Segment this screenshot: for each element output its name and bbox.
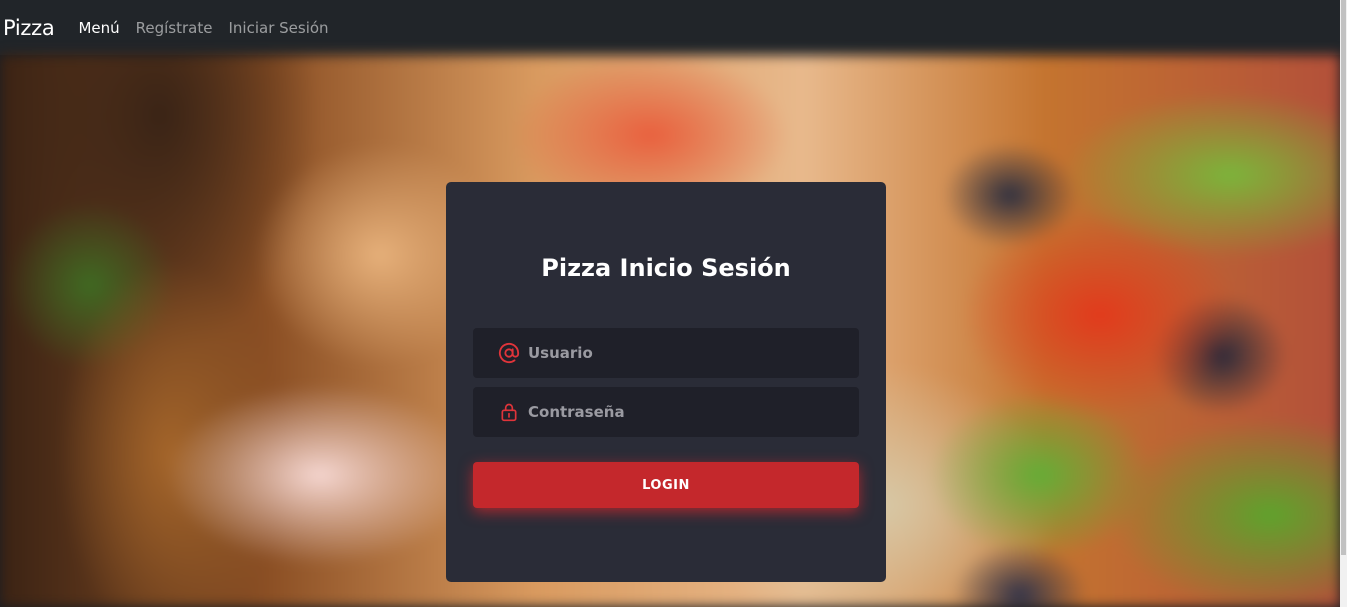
at-icon xyxy=(498,342,520,364)
nav-link-register[interactable]: Regístrate xyxy=(136,19,213,37)
login-button[interactable]: LOGIN xyxy=(473,462,859,508)
password-field[interactable] xyxy=(473,387,859,437)
password-input[interactable] xyxy=(528,403,859,421)
top-navbar: Pizza Menú Regístrate Iniciar Sesión xyxy=(0,0,1340,55)
username-input[interactable] xyxy=(528,344,859,362)
brand-link[interactable]: Pizza xyxy=(3,16,55,40)
login-card: Pizza Inicio Sesión LOGIN xyxy=(446,182,886,582)
vertical-scrollbar[interactable] xyxy=(1340,0,1347,607)
nav-link-menu[interactable]: Menú xyxy=(78,19,119,37)
login-title: Pizza Inicio Sesión xyxy=(541,254,791,282)
nav-link-login[interactable]: Iniciar Sesión xyxy=(228,19,328,37)
username-field[interactable] xyxy=(473,328,859,378)
scrollbar-thumb[interactable] xyxy=(1341,0,1346,555)
lock-icon xyxy=(498,401,520,423)
